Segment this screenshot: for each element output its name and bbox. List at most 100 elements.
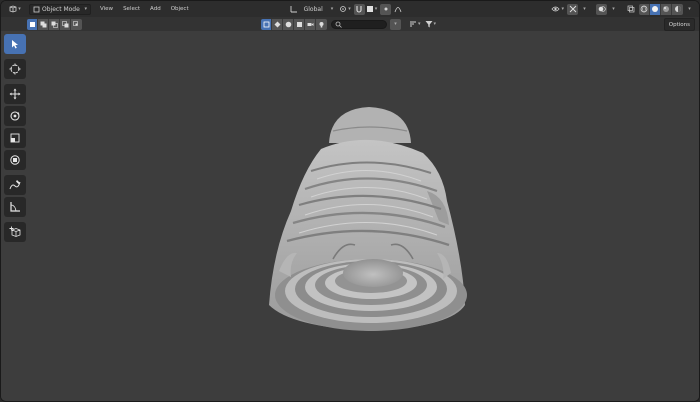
chevron-down-icon: ▾ — [612, 6, 615, 12]
filter-dropdown[interactable]: ▾ — [425, 19, 437, 30]
shading-options-dropdown[interactable]: ▾ — [684, 4, 695, 15]
pencil-icon — [9, 179, 21, 191]
orientation-icon — [290, 5, 298, 13]
wireframe-shading-button[interactable] — [639, 3, 650, 15]
3d-viewport-icon — [9, 5, 17, 13]
annotate-tool[interactable] — [4, 175, 26, 195]
sphere-filter-button[interactable] — [283, 18, 294, 30]
3d-viewport[interactable] — [1, 31, 699, 401]
overlays-icon — [598, 5, 606, 13]
gizmo-dropdown[interactable]: ▾ — [579, 4, 590, 15]
move-tool[interactable] — [4, 84, 26, 104]
chevron-down-icon: ▾ — [18, 6, 21, 12]
falloff-dropdown[interactable] — [392, 4, 403, 15]
menu-select[interactable]: Select — [118, 6, 145, 12]
chevron-down-icon: ▾ — [374, 6, 378, 12]
viewport-header: ▾ Object Mode ▾ View Select Add Object G… — [1, 1, 699, 17]
camera-filter-button[interactable] — [305, 18, 316, 30]
light-filter-button[interactable] — [316, 18, 327, 30]
camera-icon — [307, 21, 314, 28]
menu-object[interactable]: Object — [166, 6, 194, 12]
select-set-button[interactable] — [27, 18, 38, 30]
scale-icon — [9, 132, 21, 144]
rotate-tool[interactable] — [4, 106, 26, 126]
visibility-icon — [551, 5, 561, 13]
options-label: Options — [668, 21, 690, 28]
rendered-sphere-icon — [674, 5, 682, 13]
xray-toggle[interactable] — [625, 4, 636, 15]
chevron-down-icon: ▾ — [433, 21, 437, 27]
selection-mode-group — [27, 18, 82, 30]
cursor-tool[interactable] — [4, 59, 26, 79]
xray-icon — [627, 5, 635, 13]
solid-shading-button[interactable] — [650, 3, 661, 15]
mesh-icon — [274, 21, 281, 28]
cube-filter-button[interactable] — [294, 18, 305, 30]
mode-dropdown[interactable]: Object Mode ▾ — [29, 3, 91, 15]
cursor-arrow-icon — [10, 39, 20, 49]
select-subtract-button[interactable] — [49, 18, 60, 30]
transform-tool[interactable] — [4, 150, 26, 170]
cube-icon — [296, 21, 303, 28]
select-extend-button[interactable] — [38, 18, 49, 30]
overlays-toggle[interactable] — [596, 3, 607, 15]
select-box-tool[interactable] — [4, 34, 26, 54]
select-intersect-button[interactable] — [71, 18, 82, 30]
proportional-edit-toggle[interactable] — [380, 3, 392, 15]
menu-add[interactable]: Add — [145, 6, 166, 12]
gizmo-toggle[interactable] — [567, 3, 578, 15]
editor-type-button[interactable]: ▾ — [5, 4, 25, 15]
chevron-down-icon: ▾ — [84, 6, 87, 12]
options-dropdown[interactable]: Options — [663, 18, 695, 31]
select-invert-icon — [61, 20, 69, 28]
rendered-shading-button[interactable] — [672, 3, 683, 15]
transform-orientation-dropdown[interactable]: Global ▾ — [288, 4, 336, 15]
3d-cursor-icon — [9, 63, 21, 75]
select-set-icon — [29, 21, 36, 28]
chevron-down-icon: ▾ — [418, 21, 421, 27]
material-shading-button[interactable] — [661, 3, 672, 15]
filter-toggle-button[interactable]: ▾ — [390, 18, 401, 30]
overlays-dropdown[interactable]: ▾ — [608, 4, 619, 15]
add-cube-tool[interactable] — [4, 222, 26, 242]
chevron-down-icon: ▾ — [394, 21, 397, 27]
sneaker-3d-model[interactable] — [251, 101, 481, 333]
menu-view[interactable]: View — [95, 6, 118, 12]
chevron-down-icon: ▾ — [330, 6, 334, 12]
snap-target-icon — [366, 5, 374, 13]
pivot-icon — [339, 5, 347, 13]
view-object-types-dropdown[interactable]: ▾ — [551, 4, 564, 15]
chevron-down-icon: ▾ — [688, 6, 691, 12]
snap-target-dropdown[interactable]: ▾ — [366, 4, 378, 15]
sort-dropdown[interactable]: ▾ — [409, 19, 421, 30]
search-field[interactable] — [331, 19, 387, 29]
select-intersect-icon — [73, 20, 80, 28]
ruler-icon — [9, 201, 21, 213]
pivot-point-dropdown[interactable]: ▾ — [339, 4, 351, 15]
gizmo-icon — [569, 5, 577, 13]
select-invert-button[interactable] — [60, 18, 71, 30]
wireframe-icon — [640, 5, 648, 13]
proportional-edit-icon — [382, 5, 390, 13]
sort-list-icon — [409, 20, 417, 28]
chevron-down-icon: ▾ — [348, 6, 351, 12]
tool-settings-bar: ▾ ▾ ▾ Options — [1, 17, 699, 31]
object-icon — [263, 21, 270, 28]
light-icon — [318, 21, 325, 28]
blender-window: ▾ Object Mode ▾ View Select Add Object G… — [0, 0, 700, 402]
mesh-filter-button[interactable] — [272, 18, 283, 30]
measure-tool[interactable] — [4, 197, 26, 217]
sphere-icon — [285, 21, 292, 28]
mode-label: Object Mode — [42, 5, 80, 13]
move-arrows-icon — [9, 88, 21, 100]
chevron-down-icon: ▾ — [583, 6, 586, 12]
falloff-icon — [394, 5, 402, 13]
orientation-label: Global — [303, 5, 323, 13]
scale-tool[interactable] — [4, 128, 26, 148]
solid-sphere-icon — [651, 5, 659, 13]
tool-shelf — [4, 34, 26, 244]
snap-toggle[interactable] — [353, 3, 365, 15]
select-subtract-icon — [51, 21, 58, 28]
view-layer-button[interactable] — [261, 18, 272, 30]
magnet-icon — [355, 5, 363, 13]
